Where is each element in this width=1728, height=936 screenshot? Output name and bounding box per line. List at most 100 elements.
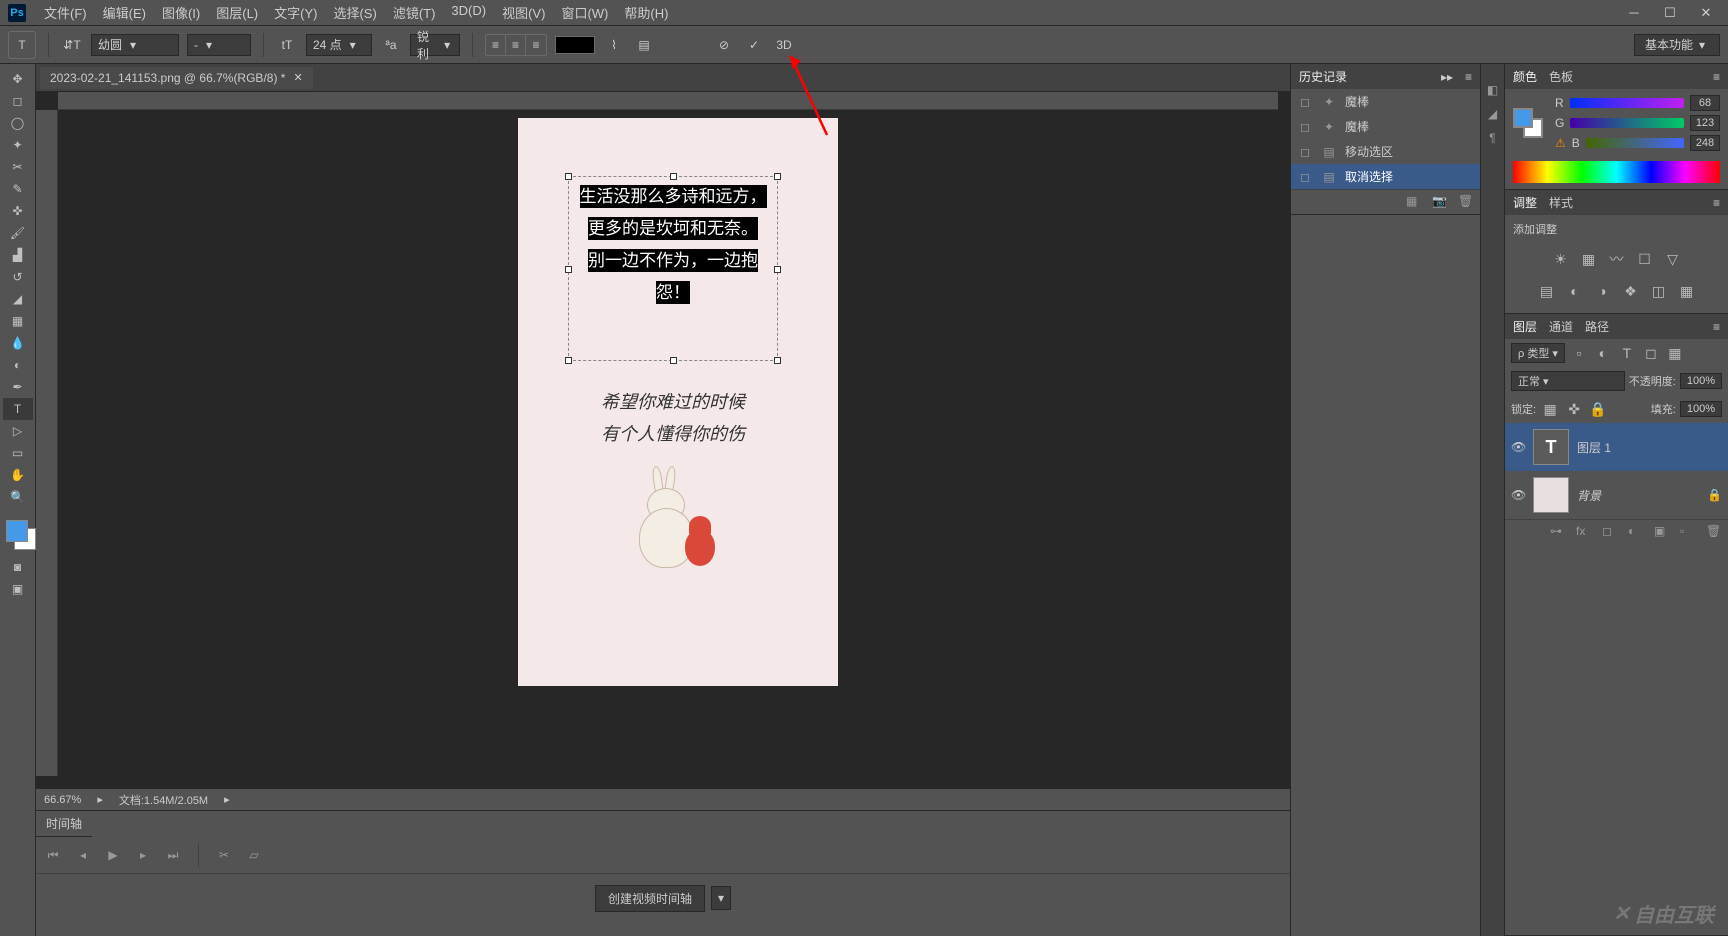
new-fill-icon[interactable]: ◐ xyxy=(1628,524,1644,540)
history-item[interactable]: ◻▤移动选区 xyxy=(1291,139,1480,164)
layer-row-selected[interactable]: 👁 T 图层 1 xyxy=(1505,423,1728,471)
menu-view[interactable]: 视图(V) xyxy=(496,1,551,24)
gradient-tool[interactable]: ▦ xyxy=(3,310,33,332)
b-value[interactable]: 248 xyxy=(1690,135,1720,151)
channels-tab[interactable]: 通道 xyxy=(1549,318,1573,335)
create-timeline-dropdown[interactable]: ▾ xyxy=(711,886,731,910)
visibility-toggle[interactable]: 👁 xyxy=(1511,440,1525,454)
menu-layer[interactable]: 图层(L) xyxy=(210,1,264,24)
levels-icon[interactable]: ▦ xyxy=(1579,249,1599,269)
bw-icon[interactable]: ◐ xyxy=(1565,281,1585,301)
photo-filter-icon[interactable]: ◑ xyxy=(1593,281,1613,301)
delete-layer-icon[interactable]: 🗑 xyxy=(1706,524,1722,540)
eraser-tool[interactable]: ◢ xyxy=(3,288,33,310)
workspace-select[interactable]: 基本功能 ▾ xyxy=(1634,34,1720,56)
shape-tool[interactable]: ▭ xyxy=(3,442,33,464)
adjustments-tab[interactable]: 调整 xyxy=(1513,194,1537,211)
magic-wand-tool[interactable]: ✦ xyxy=(3,134,33,156)
hue-icon[interactable]: ▤ xyxy=(1537,281,1557,301)
play-button[interactable]: ▶ xyxy=(104,846,122,864)
filter-adj-icon[interactable]: ◐ xyxy=(1593,343,1613,363)
menu-type[interactable]: 文字(Y) xyxy=(268,1,323,24)
close-button[interactable]: ✕ xyxy=(1692,4,1720,22)
layers-tab[interactable]: 图层 xyxy=(1513,318,1537,335)
align-left-button[interactable]: ≡ xyxy=(486,35,506,55)
r-value[interactable]: 68 xyxy=(1690,95,1720,111)
marquee-tool[interactable]: ◻ xyxy=(3,90,33,112)
next-frame-button[interactable]: ▸ xyxy=(134,846,152,864)
collapsed-panel-icon[interactable]: ◢ xyxy=(1483,104,1503,124)
color-picker-tools[interactable] xyxy=(2,516,33,556)
camera-icon[interactable]: 📷 xyxy=(1432,194,1448,210)
link-layers-icon[interactable]: ⊶ xyxy=(1550,524,1566,540)
brush-tool[interactable]: 🖌 xyxy=(3,222,33,244)
collapsed-panel-icon[interactable]: ◧ xyxy=(1483,80,1503,100)
warp-text-button[interactable]: ⌇ xyxy=(603,34,625,56)
exposure-icon[interactable]: ☐ xyxy=(1635,249,1655,269)
swatches-tab[interactable]: 色板 xyxy=(1549,68,1573,85)
new-group-icon[interactable]: ▣ xyxy=(1654,524,1670,540)
lasso-tool[interactable]: ◯ xyxy=(3,112,33,134)
menu-select[interactable]: 选择(S) xyxy=(327,1,382,24)
lock-all-icon[interactable]: 🔒 xyxy=(1588,399,1608,419)
minimize-button[interactable]: ─ xyxy=(1620,4,1648,22)
g-value[interactable]: 123 xyxy=(1690,115,1720,131)
filter-img-icon[interactable]: ▫ xyxy=(1569,343,1589,363)
healing-brush-tool[interactable]: ✜ xyxy=(3,200,33,222)
filter-type-icon[interactable]: T xyxy=(1617,343,1637,363)
fill-value[interactable]: 100% xyxy=(1680,401,1722,417)
new-snapshot-icon[interactable]: ▦ xyxy=(1406,194,1422,210)
cancel-edit-button[interactable]: ⊘ xyxy=(713,34,735,56)
filter-shape-icon[interactable]: ◻ xyxy=(1641,343,1661,363)
type-tool[interactable]: T xyxy=(3,398,33,420)
channel-mixer-icon[interactable]: ❖ xyxy=(1621,281,1641,301)
history-tab[interactable]: 历史记录 xyxy=(1299,68,1347,85)
crop-tool[interactable]: ✂ xyxy=(3,156,33,178)
menu-window[interactable]: 窗口(W) xyxy=(555,1,614,24)
history-item-active[interactable]: ◻▤取消选择 xyxy=(1291,164,1480,189)
dodge-tool[interactable]: ◐ xyxy=(3,354,33,376)
prev-frame-button[interactable]: ◂ xyxy=(74,846,92,864)
menu-image[interactable]: 图像(I) xyxy=(156,1,206,24)
editing-text[interactable]: 生活没那么多诗和远方， 更多的是坎坷和无奈。 别一边不作为，一边抱 怨！ xyxy=(569,177,777,313)
font-size-select[interactable]: 24 点▾ xyxy=(306,34,372,56)
visibility-toggle[interactable]: 👁 xyxy=(1511,488,1525,502)
text-color-swatch[interactable] xyxy=(555,36,595,54)
layer-style-icon[interactable]: fx xyxy=(1576,524,1592,540)
b-slider[interactable] xyxy=(1586,138,1684,148)
opacity-value[interactable]: 100% xyxy=(1680,373,1722,389)
foreground-color[interactable] xyxy=(6,520,28,542)
align-right-button[interactable]: ≡ xyxy=(526,35,546,55)
trash-icon[interactable]: 🗑 xyxy=(1458,194,1474,210)
history-brush-tool[interactable]: ↺ xyxy=(3,266,33,288)
menu-help[interactable]: 帮助(H) xyxy=(618,1,674,24)
styles-tab[interactable]: 样式 xyxy=(1549,194,1573,211)
commit-edit-button[interactable]: ✓ xyxy=(743,34,765,56)
history-item[interactable]: ◻✦魔棒 xyxy=(1291,114,1480,139)
timeline-tab[interactable]: 时间轴 xyxy=(36,811,92,837)
quick-mask-tool[interactable]: ◙ xyxy=(3,556,33,578)
move-tool[interactable]: ✥ xyxy=(3,68,33,90)
scissors-icon[interactable]: ✂ xyxy=(215,846,233,864)
layer-thumbnail[interactable] xyxy=(1533,477,1569,513)
ruler-horizontal[interactable] xyxy=(58,92,1278,110)
screen-mode-tool[interactable]: ▣ xyxy=(3,578,33,600)
r-slider[interactable] xyxy=(1570,98,1684,108)
clone-stamp-tool[interactable]: ▟ xyxy=(3,244,33,266)
curves-icon[interactable]: 〰 xyxy=(1607,249,1627,269)
color-lookup-icon[interactable]: ◫ xyxy=(1649,281,1669,301)
font-family-select[interactable]: 幼圆▾ xyxy=(91,34,179,56)
last-frame-button[interactable]: ⏭ xyxy=(164,846,182,864)
layer-name[interactable]: 背景 xyxy=(1577,487,1601,504)
filter-smart-icon[interactable]: ▦ xyxy=(1665,343,1685,363)
close-tab-icon[interactable]: ✕ xyxy=(293,71,302,84)
antialiasing-select[interactable]: 锐利▾ xyxy=(410,34,460,56)
text-orientation-button[interactable]: ⇵T xyxy=(61,34,83,56)
menu-edit[interactable]: 编辑(E) xyxy=(97,1,152,24)
zoom-tool[interactable]: 🔍 xyxy=(3,486,33,508)
layer-filter-kind[interactable]: ρ 类型 ▾ xyxy=(1511,343,1565,363)
layer-row[interactable]: 👁 背景 🔒 xyxy=(1505,471,1728,519)
align-center-button[interactable]: ≡ xyxy=(506,35,526,55)
canvas-viewport[interactable]: 生活没那么多诗和远方， 更多的是坎坷和无奈。 别一边不作为，一边抱 怨！ 希望你… xyxy=(58,110,1278,788)
hand-tool[interactable]: ✋ xyxy=(3,464,33,486)
